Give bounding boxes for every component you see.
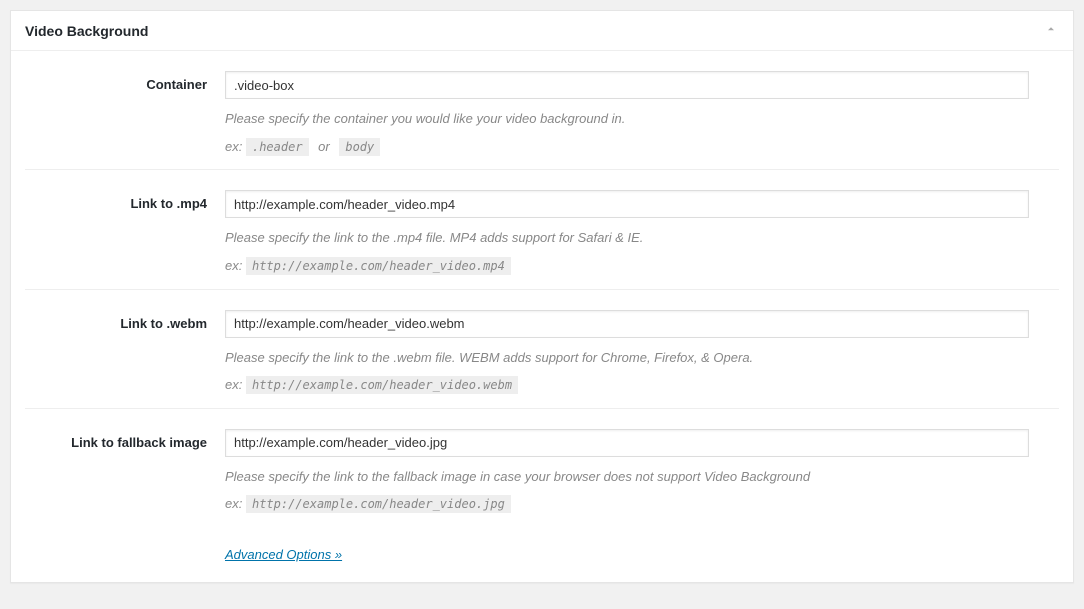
field-label: Link to fallback image (25, 429, 225, 515)
field-example: ex: http://example.com/header_video.webm (225, 375, 1029, 396)
field-content: Please specify the container you would l… (225, 71, 1059, 157)
ex-prefix: ex: (225, 139, 242, 154)
field-row-container: Container Please specify the container y… (25, 61, 1059, 169)
field-help: Please specify the container you would l… (225, 109, 1029, 129)
field-example: ex: http://example.com/header_video.jpg (225, 494, 1029, 515)
field-content: Please specify the link to the .webm fil… (225, 310, 1059, 396)
field-label: Link to .webm (25, 310, 225, 396)
field-help: Please specify the link to the .webm fil… (225, 348, 1029, 368)
mp4-input[interactable] (225, 190, 1029, 218)
webm-input[interactable] (225, 310, 1029, 338)
field-row-webm: Link to .webm Please specify the link to… (25, 289, 1059, 408)
field-example: ex: http://example.com/header_video.mp4 (225, 256, 1029, 277)
ex-prefix: ex: (225, 377, 242, 392)
ex-code: .header (246, 138, 309, 156)
fallback-input[interactable] (225, 429, 1029, 457)
advanced-options-link[interactable]: Advanced Options » (225, 547, 342, 562)
container-input[interactable] (225, 71, 1029, 99)
ex-prefix: ex: (225, 258, 242, 273)
field-row-mp4: Link to .mp4 Please specify the link to … (25, 169, 1059, 288)
panel-body: Container Please specify the container y… (11, 51, 1073, 582)
panel-header[interactable]: Video Background (11, 11, 1073, 51)
panel-title: Video Background (25, 23, 148, 39)
ex-code: http://example.com/header_video.webm (246, 376, 518, 394)
field-row-fallback: Link to fallback image Please specify th… (25, 408, 1059, 527)
collapse-toggle[interactable] (1043, 21, 1059, 40)
ex-code: body (339, 138, 380, 156)
field-label: Link to .mp4 (25, 190, 225, 276)
ex-prefix: ex: (225, 496, 242, 511)
field-label: Container (25, 71, 225, 157)
ex-or: or (312, 139, 336, 154)
ex-code: http://example.com/header_video.jpg (246, 495, 511, 513)
video-background-panel: Video Background Container Please specif… (10, 10, 1074, 583)
field-help: Please specify the link to the .mp4 file… (225, 228, 1029, 248)
field-help: Please specify the link to the fallback … (225, 467, 1029, 487)
ex-code: http://example.com/header_video.mp4 (246, 257, 511, 275)
chevron-up-icon (1045, 23, 1057, 35)
advanced-row: Advanced Options » (25, 527, 1059, 562)
field-content: Please specify the link to the .mp4 file… (225, 190, 1059, 276)
field-example: ex: .header or body (225, 137, 1029, 158)
field-content: Please specify the link to the fallback … (225, 429, 1059, 515)
